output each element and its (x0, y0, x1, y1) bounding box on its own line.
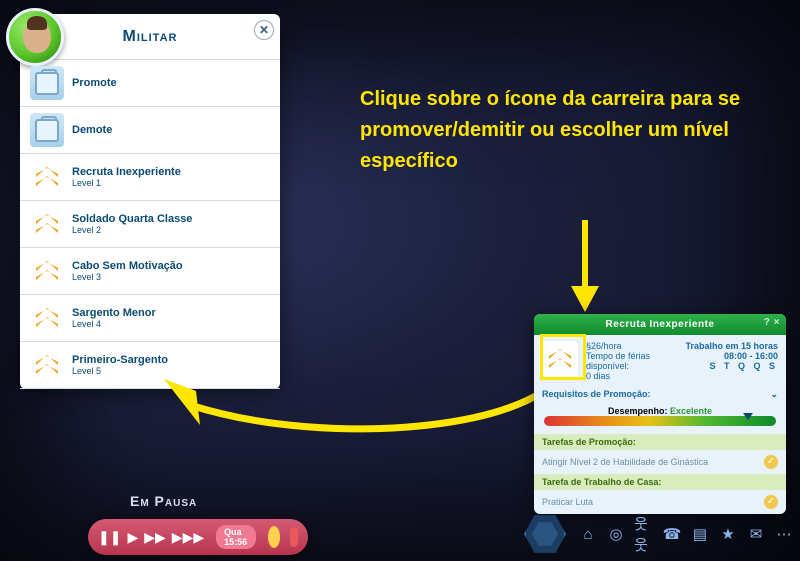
plumbob-panel-icon[interactable] (524, 513, 566, 555)
promo-task-row: Atingir Nível 2 de Habilidade de Ginásti… (534, 450, 786, 474)
thermometer-icon[interactable] (290, 527, 298, 547)
career-option-demote[interactable]: Demote (20, 107, 280, 154)
promo-tasks-heading: Tarefas de Promoção: (534, 434, 786, 450)
play-icon[interactable]: ▶ (127, 529, 138, 546)
info-schedule-block: Trabalho em 15 horas 08:00 - 16:00 S T Q… (685, 341, 778, 381)
chevron-down-icon[interactable]: ⌄ (770, 389, 778, 400)
performance-block: Desempenho: Excelente (534, 402, 786, 434)
career-option-level3[interactable]: Cabo Sem Motivação Level 3 (20, 248, 280, 295)
career-item-level: Level 3 (72, 272, 183, 282)
career-item-label: Recruta Inexperiente (72, 166, 181, 178)
vacation-label: Tempo de férias disponível: (586, 351, 677, 371)
career-item-level: Level 5 (72, 366, 168, 376)
career-badge-icon[interactable] (542, 341, 578, 377)
weather-icon[interactable] (268, 526, 280, 548)
phone-icon[interactable]: ☎ (662, 524, 682, 544)
pause-indicator: Em Pausa (130, 493, 197, 509)
home-task-text: Praticar Luta (542, 497, 593, 507)
rank-chevron-icon (30, 254, 64, 288)
career-info-panel: Recruta Inexperiente ? × §26/hora Tempo … (534, 314, 786, 514)
relationships-icon[interactable]: 웃웃 (634, 524, 654, 544)
bottom-right-tray: ⌂ ◎ 웃웃 ☎ ▤ ★ ✉ ⋯ (524, 513, 794, 555)
career-list: Promote Demote Recruta Inexperiente Leve… (20, 60, 280, 389)
check-icon (764, 495, 778, 509)
career-item-level: Level 4 (72, 319, 156, 329)
rank-chevron-icon (30, 160, 64, 194)
performance-label: Desempenho: (608, 406, 668, 416)
performance-value: Excelente (670, 406, 712, 416)
vacation-days: 0 dias (586, 371, 677, 381)
arrow-down-icon (565, 220, 605, 316)
career-item-label: Demote (72, 124, 112, 136)
career-option-level4[interactable]: Sargento Menor Level 4 (20, 295, 280, 342)
career-option-level2[interactable]: Soldado Quarta Classe Level 2 (20, 201, 280, 248)
notification-wall-icon[interactable]: ▤ (690, 524, 710, 544)
suitcase-icon (30, 113, 64, 147)
career-item-label: Sargento Menor (72, 307, 156, 319)
camera-icon[interactable]: ◎ (606, 524, 626, 544)
rank-chevron-icon (30, 301, 64, 335)
ultra-icon[interactable]: ▶▶▶ (172, 529, 204, 546)
game-clock[interactable]: Qua 15:56 (216, 525, 256, 549)
requirements-heading: Requisitos de Promoção: (542, 389, 651, 400)
wall-view-icon[interactable]: ⌂ (578, 524, 598, 544)
performance-bar (544, 416, 776, 426)
time-control-bar: ❚❚ ▶ ▶▶ ▶▶▶ Qua 15:56 (88, 519, 308, 555)
career-item-label: Promote (72, 77, 117, 89)
home-task-row: Praticar Luta (534, 490, 786, 514)
career-panel: Militar ✕ Promote Demote Recruta Inexper… (20, 14, 280, 389)
career-item-level: Level 1 (72, 178, 181, 188)
rank-chevron-icon (30, 348, 64, 382)
home-task-heading: Tarefa de Trabalho de Casa: (534, 474, 786, 490)
career-panel-header: Militar ✕ (20, 14, 280, 60)
chat-icon[interactable]: ✉ (746, 524, 766, 544)
career-item-level: Level 2 (72, 225, 192, 235)
work-countdown: Trabalho em 15 horas (685, 341, 778, 351)
sim-avatar[interactable] (6, 8, 64, 66)
pause-icon[interactable]: ❚❚ (98, 529, 121, 546)
close-icon[interactable]: ✕ (254, 20, 274, 40)
performance-marker-icon (743, 413, 753, 420)
suitcase-icon (30, 66, 64, 100)
annotation-text: Clique sobre o ícone da carreira para se… (360, 84, 750, 177)
promo-task-text: Atingir Nível 2 de Habilidade de Ginásti… (542, 457, 708, 467)
info-pay-block: §26/hora Tempo de férias disponível: 0 d… (586, 341, 677, 381)
career-option-level1[interactable]: Recruta Inexperiente Level 1 (20, 154, 280, 201)
work-days: S T Q Q S (685, 361, 778, 371)
achievements-icon[interactable]: ★ (718, 524, 738, 544)
info-panel-title: Recruta Inexperiente ? × (534, 314, 786, 335)
career-item-label: Cabo Sem Motivação (72, 260, 183, 272)
career-option-promote[interactable]: Promote (20, 60, 280, 107)
work-hours: 08:00 - 16:00 (685, 351, 778, 361)
info-title-text: Recruta Inexperiente (606, 319, 715, 330)
career-item-label: Primeiro-Sargento (72, 354, 168, 366)
help-close-icons[interactable]: ? × (764, 317, 780, 328)
pay-rate: §26/hora (586, 341, 677, 351)
career-option-level5[interactable]: Primeiro-Sargento Level 5 (20, 342, 280, 389)
check-icon (764, 455, 778, 469)
rank-chevron-icon (30, 207, 64, 241)
career-item-label: Soldado Quarta Classe (72, 213, 192, 225)
fast-icon[interactable]: ▶▶ (144, 529, 166, 546)
options-icon[interactable]: ⋯ (774, 524, 794, 544)
